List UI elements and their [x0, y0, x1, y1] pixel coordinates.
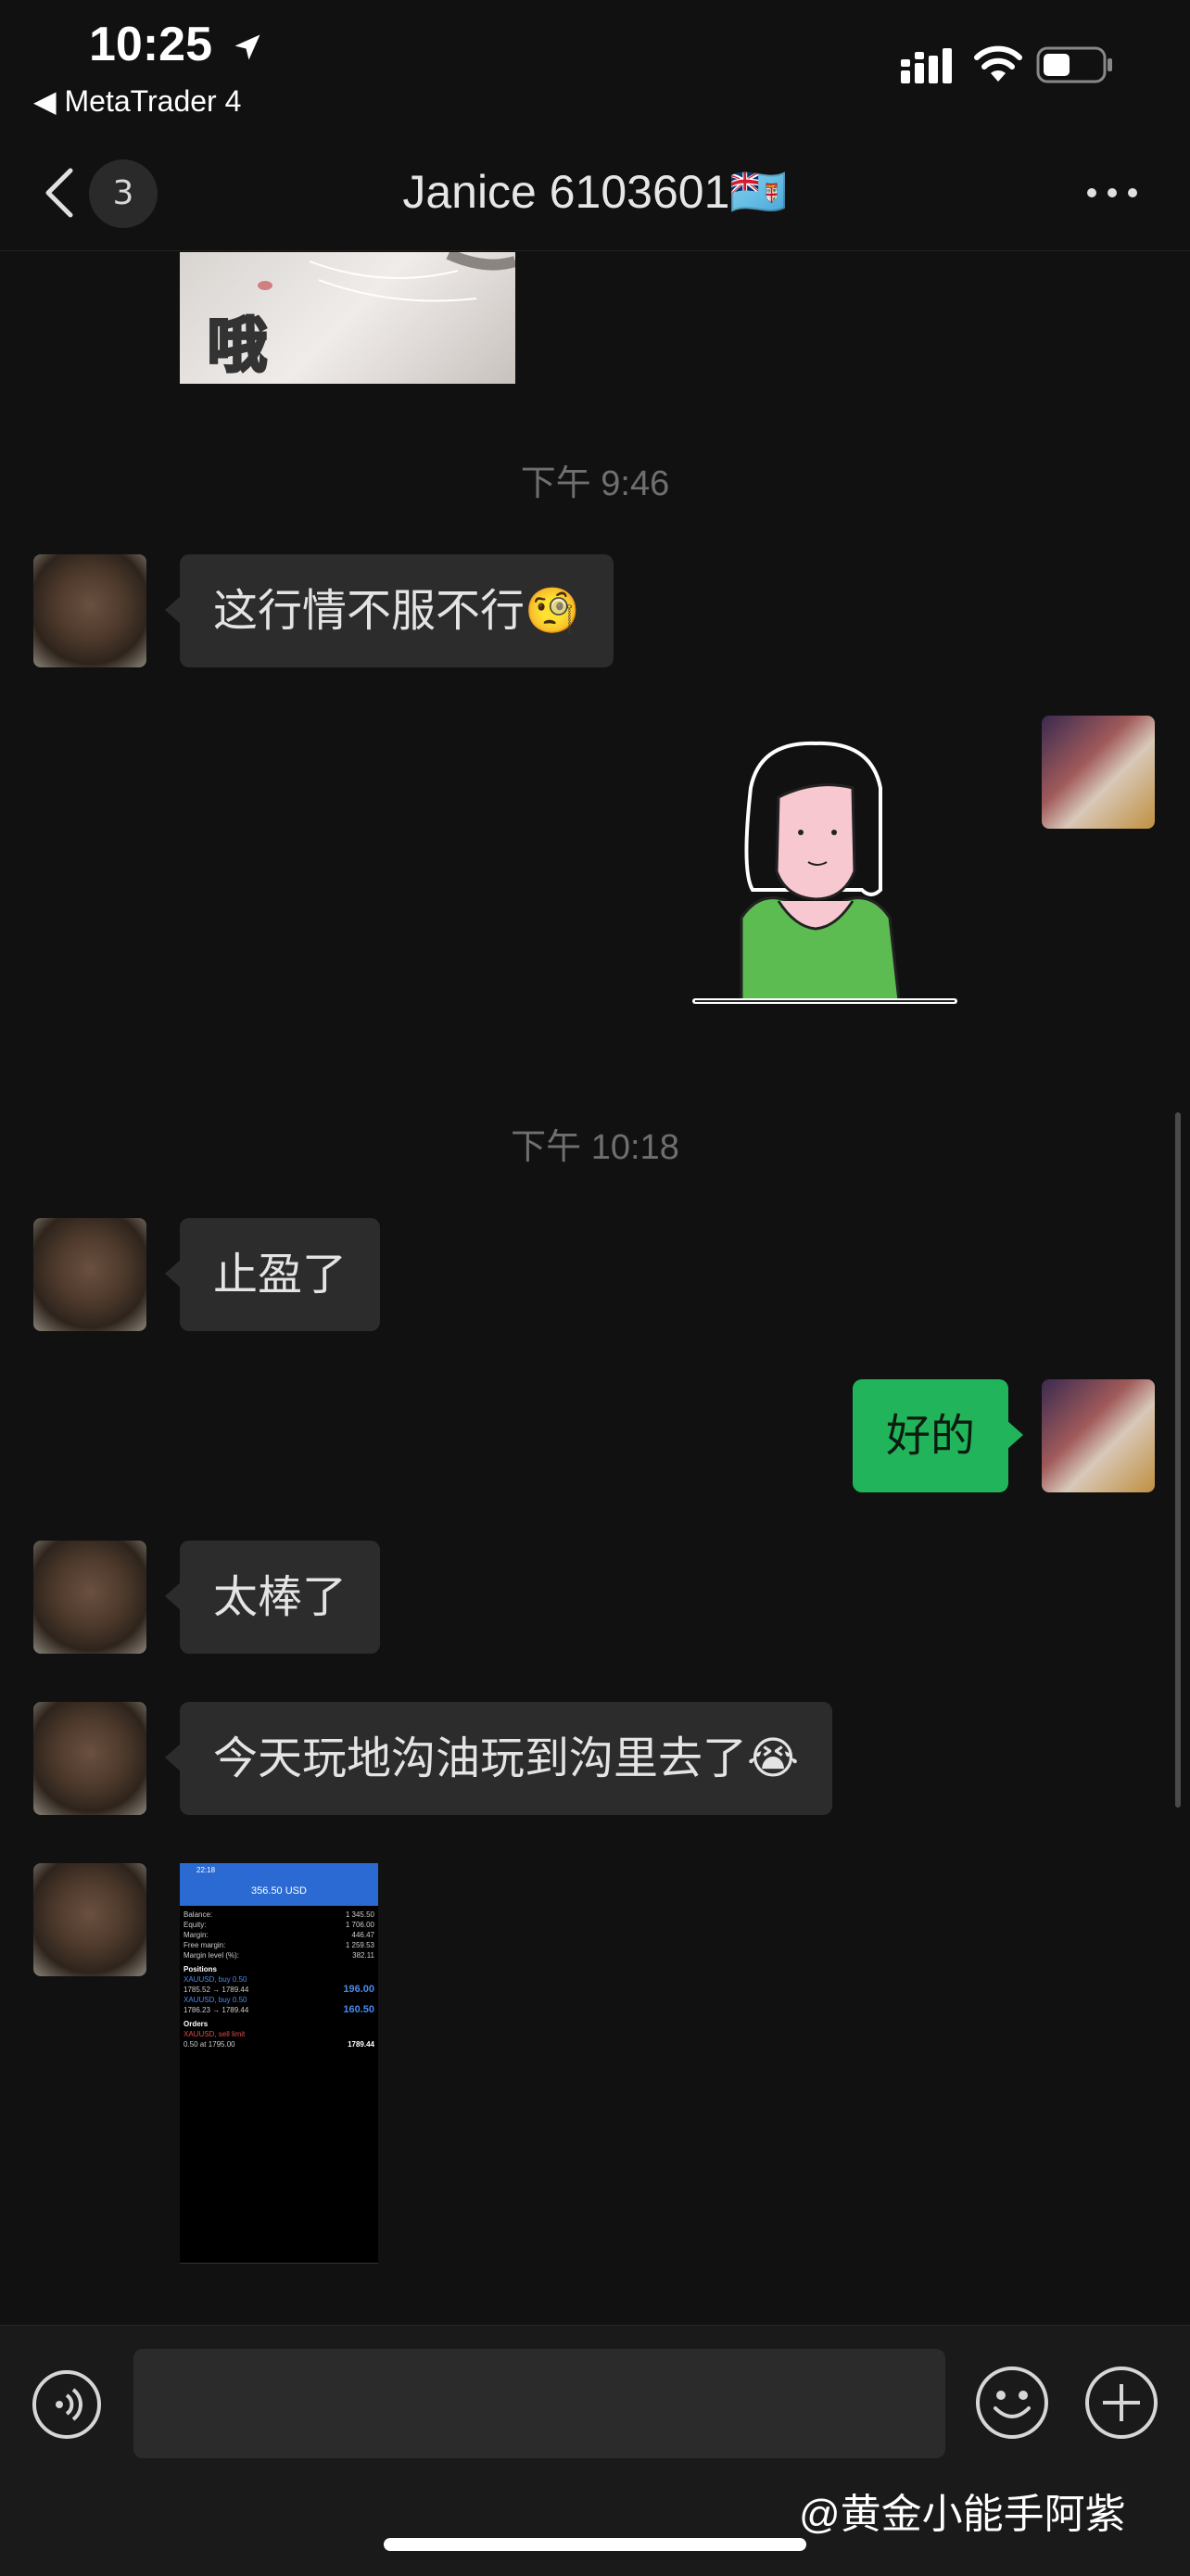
timestamp: 下午 9:46	[520, 464, 670, 503]
mt4-position: 1785.52 → 1789.44 196.00	[184, 1984, 374, 1995]
home-indicator[interactable]	[384, 2538, 806, 2551]
mt4-balance-title: 356.50 USD	[251, 1885, 307, 1897]
mt4-row: Equity: 1 706.00	[184, 1921, 374, 1929]
contact-avatar[interactable]	[33, 1218, 146, 1331]
message-bubble[interactable]: 太棒了	[164, 1541, 381, 1654]
chat-title: Janice 6103601🇫🇯	[402, 166, 788, 218]
mt4-row: Balance: 1 345.50	[184, 1910, 374, 1919]
mt4-bottom-nav	[180, 2263, 378, 2291]
mt4-row: Margin level (%): 382.11	[184, 1951, 374, 1960]
message-bubble[interactable]: 这行情不服不行🧐	[165, 554, 614, 667]
wifi-icon	[974, 45, 1022, 82]
my-avatar[interactable]	[1042, 716, 1155, 829]
watermark: @黄金小能手阿紫	[799, 2492, 1126, 2537]
scrollbar[interactable]	[1175, 1112, 1181, 1808]
girl-sticker[interactable]	[686, 732, 964, 1029]
mt4-order: XAUUSD, sell limit	[184, 2030, 246, 2038]
mt4-row: Free margin: 1 259.53	[184, 1941, 374, 1949]
contact-avatar[interactable]	[33, 1702, 146, 1815]
mt4-header: 22:18 356.50 USD	[180, 1863, 378, 1906]
status-time-text: 10:25	[89, 18, 212, 71]
contact-avatar[interactable]	[33, 1863, 146, 1976]
more-icon[interactable]	[1084, 184, 1140, 202]
contact-avatar[interactable]	[33, 554, 146, 667]
location-arrow-icon	[234, 34, 260, 60]
sticker-caption: 哦	[207, 311, 269, 383]
battery-icon	[1036, 46, 1112, 83]
voice-icon[interactable]	[32, 2369, 102, 2440]
message-bubble-outgoing[interactable]: 好的	[852, 1379, 1024, 1492]
cat-sticker-image[interactable]: 哦	[180, 252, 515, 384]
status-time: 10:25	[89, 17, 264, 72]
mt4-position: 1786.23 → 1789.44 160.50	[184, 2004, 374, 2015]
mt4-row: Margin: 446.47	[184, 1931, 374, 1939]
mt4-positions-label: Positions	[184, 1965, 218, 1973]
mt4-screenshot-image[interactable]: 22:18 356.50 USD Balance: 1 345.50 Equity…	[180, 1863, 378, 2291]
message-bubble[interactable]: 止盈了	[164, 1218, 381, 1331]
message-input[interactable]	[133, 2349, 945, 2458]
mt4-order: 0.50 at 1795.00 1789.44	[184, 2040, 374, 2049]
contact-avatar[interactable]	[33, 1541, 146, 1654]
emoji-icon[interactable]	[975, 2366, 1049, 2440]
mt4-orders-label: Orders	[184, 2020, 209, 2028]
back-to-app-link[interactable]: ◀ MetaTrader 4	[33, 83, 241, 119]
timestamp: 下午 10:18	[511, 1128, 679, 1167]
signal-icon	[901, 48, 952, 83]
message-bubble[interactable]: 今天玩地沟油玩到沟里去了😭	[164, 1702, 833, 1815]
my-avatar[interactable]	[1042, 1379, 1155, 1492]
add-icon[interactable]	[1084, 2366, 1158, 2440]
mt4-time: 22:18	[196, 1866, 216, 1874]
